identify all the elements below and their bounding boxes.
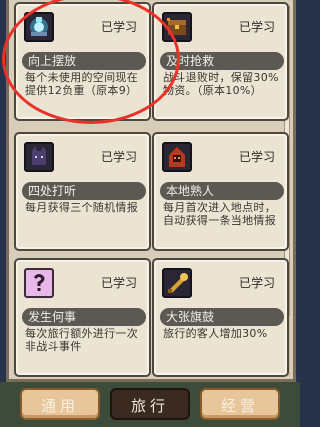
- question-mark-icon: [24, 268, 54, 298]
- perk-name: 及时抢救: [160, 52, 284, 70]
- perk-card[interactable]: 已学习 及时抢救 战斗退败时，保留30%物资。（原本10%）: [152, 2, 289, 121]
- learned-status: 已学习: [238, 276, 275, 290]
- perk-description: 每次旅行额外进行一次非战斗事件: [25, 327, 138, 353]
- glowing-crystal-icon: [24, 12, 54, 42]
- perk-card[interactable]: 已学习 向上摆放 每个未使用的空间现在提供12负重（原本9）: [14, 2, 151, 121]
- perk-description: 每个未使用的空间现在提供12负重（原本9）: [25, 71, 138, 97]
- perk-name: 发生何事: [22, 308, 146, 326]
- perk-card[interactable]: 已学习 发生何事 每次旅行额外进行一次非战斗事件: [14, 258, 151, 377]
- learned-status: 已学习: [100, 276, 137, 290]
- tab-business[interactable]: 经营: [200, 388, 280, 420]
- perk-card[interactable]: 已学习 本地熟人 每月首次进入地点时，自动获得一条当地情报: [152, 132, 289, 251]
- tab-general[interactable]: 通用: [20, 388, 100, 420]
- learned-status: 已学习: [100, 150, 137, 164]
- learned-status: 已学习: [100, 20, 137, 34]
- perk-name: 向上摆放: [22, 52, 146, 70]
- perk-description: 每月首次进入地点时，自动获得一条当地情报: [163, 201, 276, 227]
- learned-status: 已学习: [238, 20, 275, 34]
- perk-card[interactable]: 已学习 四处打听 每月获得三个随机情报: [14, 132, 151, 251]
- listening-cat-icon: [24, 142, 54, 172]
- perk-name: 四处打听: [22, 182, 146, 200]
- perk-name: 大张旗鼓: [160, 308, 284, 326]
- treasure-chest-icon: [162, 12, 192, 42]
- golden-horn-icon: [162, 268, 192, 298]
- hooded-figure-icon: [162, 142, 192, 172]
- tab-travel[interactable]: 旅行: [110, 388, 190, 420]
- perk-description: 战斗退败时，保留30%物资。（原本10%）: [163, 71, 279, 97]
- learned-status: 已学习: [238, 150, 275, 164]
- perk-description: 每月获得三个随机情报: [25, 201, 138, 214]
- perk-description: 旅行的客人增加30%: [163, 327, 268, 340]
- perk-name: 本地熟人: [160, 182, 284, 200]
- perk-card[interactable]: 已学习 大张旗鼓 旅行的客人增加30%: [152, 258, 289, 377]
